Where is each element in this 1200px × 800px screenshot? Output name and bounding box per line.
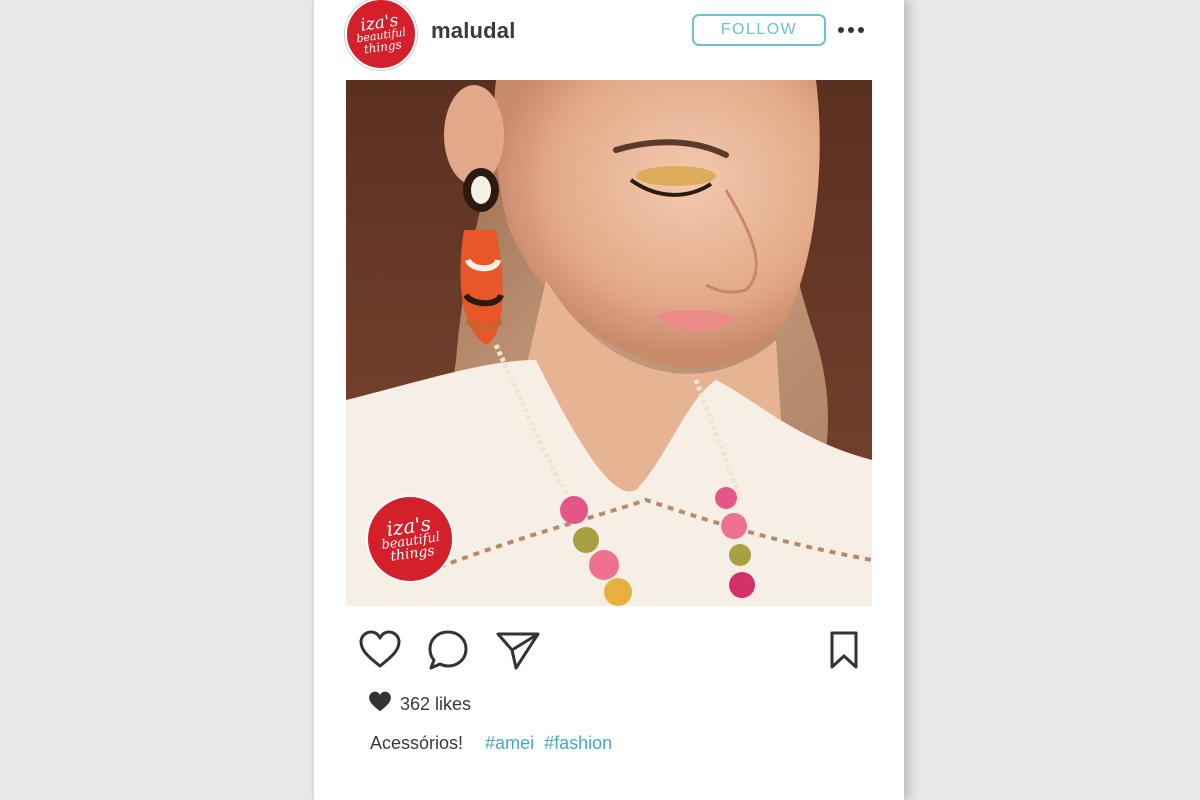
heart-filled-icon <box>368 691 392 718</box>
brand-watermark: iza's beautiful things <box>366 495 454 583</box>
post-header: iza's beautiful things maludal FOLLOW <box>314 0 904 70</box>
caption-text: Acessórios! <box>370 733 464 753</box>
post-caption: Acessórios! #amei #fashion <box>370 733 612 754</box>
post-card: iza's beautiful things maludal FOLLOW iz… <box>314 0 904 800</box>
avatar-logo: iza's beautiful things <box>355 10 407 57</box>
hashtag-link[interactable]: #amei <box>485 733 534 753</box>
paper-plane-icon[interactable] <box>494 628 542 672</box>
likes-count: 362 likes <box>400 693 472 714</box>
action-bar <box>314 620 904 680</box>
more-dots-icon[interactable] <box>838 20 864 40</box>
avatar[interactable]: iza's beautiful things <box>345 0 417 70</box>
bookmark-icon[interactable] <box>820 628 868 672</box>
username[interactable]: maludal <box>431 18 516 44</box>
heart-outline-icon[interactable] <box>356 628 404 672</box>
likes-row[interactable]: 362 likes <box>368 691 472 718</box>
hashtag-link[interactable]: #fashion <box>544 733 612 753</box>
follow-button[interactable]: FOLLOW <box>692 14 826 46</box>
post-photo[interactable]: iza's beautiful things <box>346 80 872 606</box>
comment-bubble-icon[interactable] <box>424 628 472 672</box>
